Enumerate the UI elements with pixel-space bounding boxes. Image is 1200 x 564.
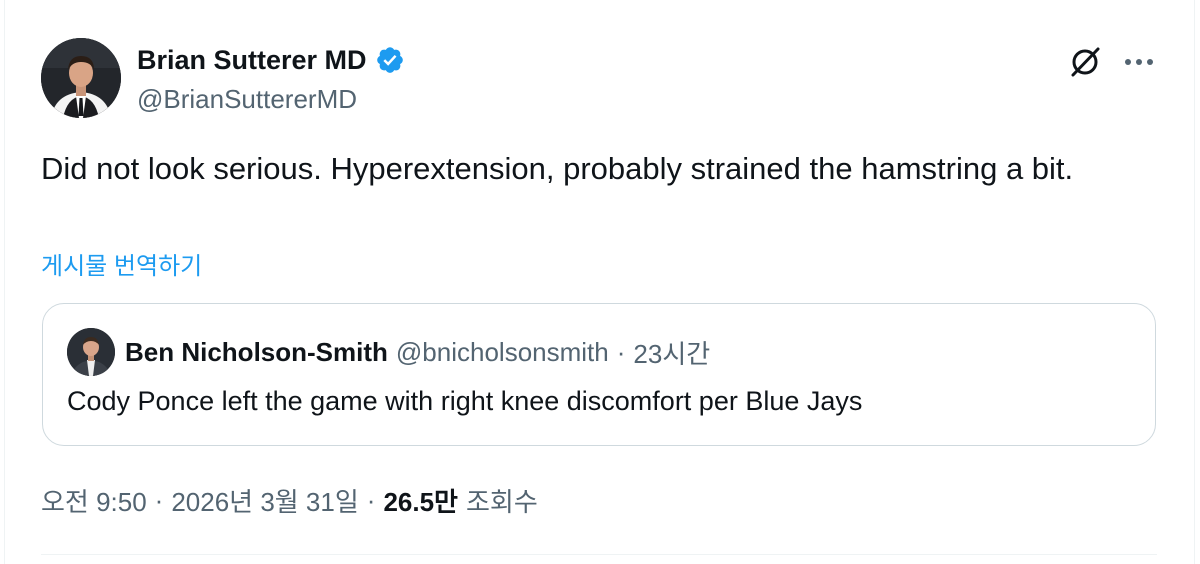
quoted-author-handle[interactable]: @bnicholsonsmith	[396, 337, 609, 368]
author-name[interactable]: Brian Sutterer MD	[137, 45, 367, 76]
verified-badge-icon[interactable]	[375, 45, 405, 75]
tweet-header: Brian Sutterer MD @BrianSuttererMD	[41, 38, 1161, 118]
quoted-separator: ·	[616, 336, 626, 367]
quoted-post-time[interactable]: 23시간	[633, 334, 710, 371]
more-horizontal-icon[interactable]	[1119, 42, 1159, 82]
slashed-circle-icon[interactable]	[1065, 42, 1105, 82]
tweet-container: Brian Sutterer MD @BrianSuttererMD Did n…	[4, 0, 1195, 564]
post-meta: 오전 9:50 · 2026년 3월 31일 · 26.5만 조회수	[41, 482, 538, 518]
translate-post-link[interactable]: 게시물 번역하기	[41, 246, 202, 281]
quoted-author-name[interactable]: Ben Nicholson-Smith	[125, 337, 388, 368]
views-label: 조회수	[465, 486, 538, 517]
author-handle[interactable]: @BrianSuttererMD	[137, 84, 357, 115]
post-time[interactable]: 오전 9:50	[41, 482, 147, 519]
quoted-header: Ben Nicholson-Smith @bnicholsonsmith · 2…	[125, 334, 710, 370]
meta-separator: ·	[154, 484, 164, 515]
quoted-author-avatar-image	[67, 328, 115, 376]
divider	[41, 554, 1157, 555]
quoted-post-text: Cody Ponce left the game with right knee…	[67, 386, 863, 416]
author-avatar[interactable]	[41, 38, 121, 118]
quoted-post[interactable]: Ben Nicholson-Smith @bnicholsonsmith · 2…	[42, 303, 1156, 446]
author-name-row: Brian Sutterer MD	[137, 42, 405, 78]
views-count: 26.5만	[383, 486, 458, 517]
author-avatar-image	[41, 38, 121, 118]
meta-separator-2: ·	[366, 484, 376, 515]
quoted-author-avatar[interactable]	[67, 328, 115, 376]
post-text: Did not look serious. Hyperextension, pr…	[41, 151, 1074, 186]
post-date[interactable]: 2026년 3월 31일	[171, 482, 358, 519]
